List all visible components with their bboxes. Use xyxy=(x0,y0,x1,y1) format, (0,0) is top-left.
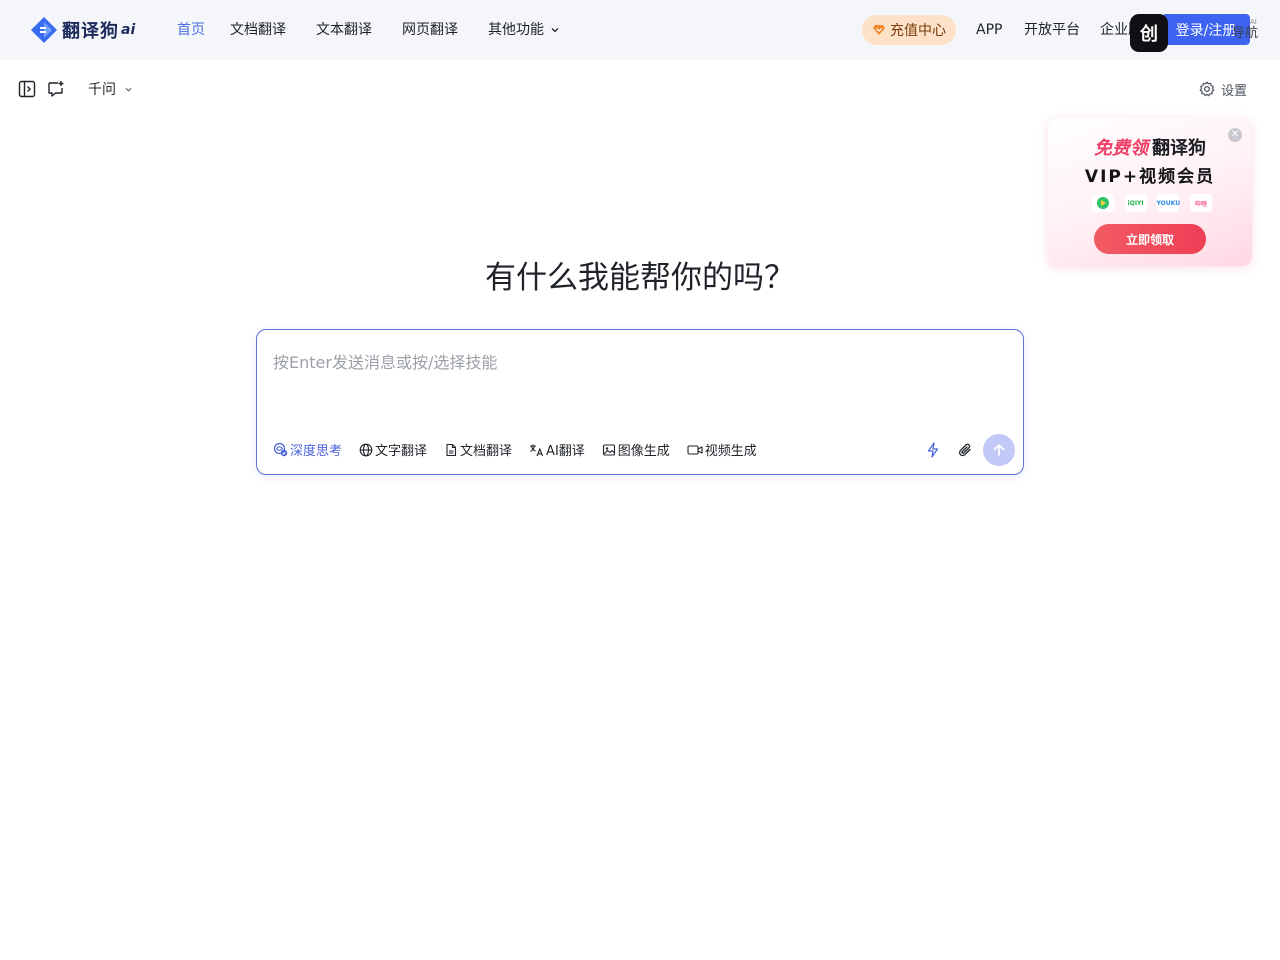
skill-image-generation[interactable]: 图像生成 xyxy=(602,440,670,459)
skill-video-generation[interactable]: 视频生成 xyxy=(687,440,757,459)
nav-web-translation[interactable]: 网页翻译 xyxy=(402,20,458,40)
composer-tools xyxy=(911,434,1015,466)
skill-video-generation-label: 视频生成 xyxy=(704,444,757,459)
gear-icon xyxy=(1199,81,1215,97)
settings-label: 设置 xyxy=(1221,83,1248,99)
chat-input[interactable] xyxy=(273,350,993,374)
top-navigation-bar: 翻译狗 ai 首页 文档翻译 文本翻译 网页翻译 其他功能 充值中心 APP 开… xyxy=(0,0,1280,60)
skill-ai-translation-label: AI翻译 xyxy=(546,444,585,459)
globe-icon xyxy=(359,443,373,456)
promo-headline-top: 免费领 翻译狗 xyxy=(1048,134,1252,160)
floating-app-badge-label: 创 xyxy=(1140,24,1158,45)
new-chat-icon[interactable] xyxy=(47,80,65,98)
quick-mode-button[interactable] xyxy=(923,440,943,460)
bilibili-icon: 哔哩 xyxy=(1189,194,1212,212)
diamond-icon xyxy=(873,25,885,35)
youku-icon: YOUKU xyxy=(1157,194,1180,212)
arrow-up-icon xyxy=(993,444,1005,456)
skill-text-translation-label: 文字翻译 xyxy=(375,444,428,459)
chevron-down-icon xyxy=(551,28,559,33)
nav-other-features-label: 其他功能 xyxy=(488,22,544,38)
skill-ai-translation[interactable]: AI翻译 xyxy=(529,440,585,459)
skill-text-translation[interactable]: 文字翻译 xyxy=(359,440,427,459)
model-selector-label: 千问 xyxy=(88,82,116,98)
nav-home[interactable]: 首页 xyxy=(177,20,205,40)
promo-headline: VIP+视频会员 xyxy=(1084,167,1216,187)
paperclip-icon xyxy=(958,443,971,457)
sidebar-toggle-icon[interactable] xyxy=(18,80,36,98)
floating-nav-link[interactable]: AI 导航 xyxy=(1232,18,1259,41)
attach-file-button[interactable] xyxy=(955,440,975,460)
video-camera-icon xyxy=(687,444,703,455)
page-title: 有什么我能帮你的吗？ xyxy=(485,260,795,296)
chat-composer: 深度思考 文字翻译 文档翻译 AI翻译 xyxy=(256,329,1024,475)
nav-app[interactable]: APP xyxy=(976,20,1002,40)
promo-app-logos: iQIYI YOUKU 哔哩 xyxy=(1092,194,1212,212)
nav-other-features[interactable]: 其他功能 xyxy=(488,20,560,40)
nav-document-translation[interactable]: 文档翻译 xyxy=(230,20,286,40)
recharge-center-label: 充值中心 xyxy=(890,23,946,39)
nav-open-platform[interactable]: 开放平台 xyxy=(1024,20,1080,40)
deep-thinking-icon xyxy=(273,442,288,457)
skill-image-generation-label: 图像生成 xyxy=(617,444,670,459)
logo-suffix: ai xyxy=(121,22,136,38)
promo-free-label: 免费领 xyxy=(1094,138,1148,159)
settings-button[interactable]: 设置 xyxy=(1199,79,1247,99)
floating-nav-tag: AI xyxy=(1250,18,1257,26)
model-selector[interactable]: 千问 xyxy=(88,79,133,99)
recharge-center-button[interactable]: 充值中心 xyxy=(862,15,956,45)
skill-deep-thinking-label: 深度思考 xyxy=(290,444,343,459)
iqiyi-icon: iQIYI xyxy=(1124,194,1147,212)
logo-icon xyxy=(31,17,57,43)
lightning-icon xyxy=(927,442,939,458)
skill-bar: 深度思考 文字翻译 文档翻译 AI翻译 图像生成 视频生成 xyxy=(273,440,774,459)
floating-nav-label: 导航 xyxy=(1232,26,1259,41)
skill-document-translation-label: 文档翻译 xyxy=(460,444,513,459)
translate-icon xyxy=(530,444,544,456)
vip-promo-card[interactable]: ✕ 免费领 翻译狗 VIP+视频会员 iQIYI YOUKU 哔哩 立即领取 xyxy=(1048,118,1252,266)
logo-text: 翻译狗 xyxy=(62,21,119,42)
logo[interactable]: 翻译狗 ai xyxy=(30,16,135,44)
image-icon xyxy=(602,443,615,456)
document-icon xyxy=(446,443,457,456)
tencent-video-icon xyxy=(1092,194,1114,212)
promo-brand-label: 翻译狗 xyxy=(1152,138,1206,159)
nav-text-translation[interactable]: 文本翻译 xyxy=(316,20,372,40)
send-button[interactable] xyxy=(983,434,1015,466)
floating-app-badge[interactable]: 创 xyxy=(1130,14,1168,52)
skill-deep-thinking[interactable]: 深度思考 xyxy=(273,440,342,459)
chevron-down-icon xyxy=(125,87,132,92)
promo-claim-button[interactable]: 立即领取 xyxy=(1094,224,1206,254)
skill-document-translation[interactable]: 文档翻译 xyxy=(444,440,512,459)
